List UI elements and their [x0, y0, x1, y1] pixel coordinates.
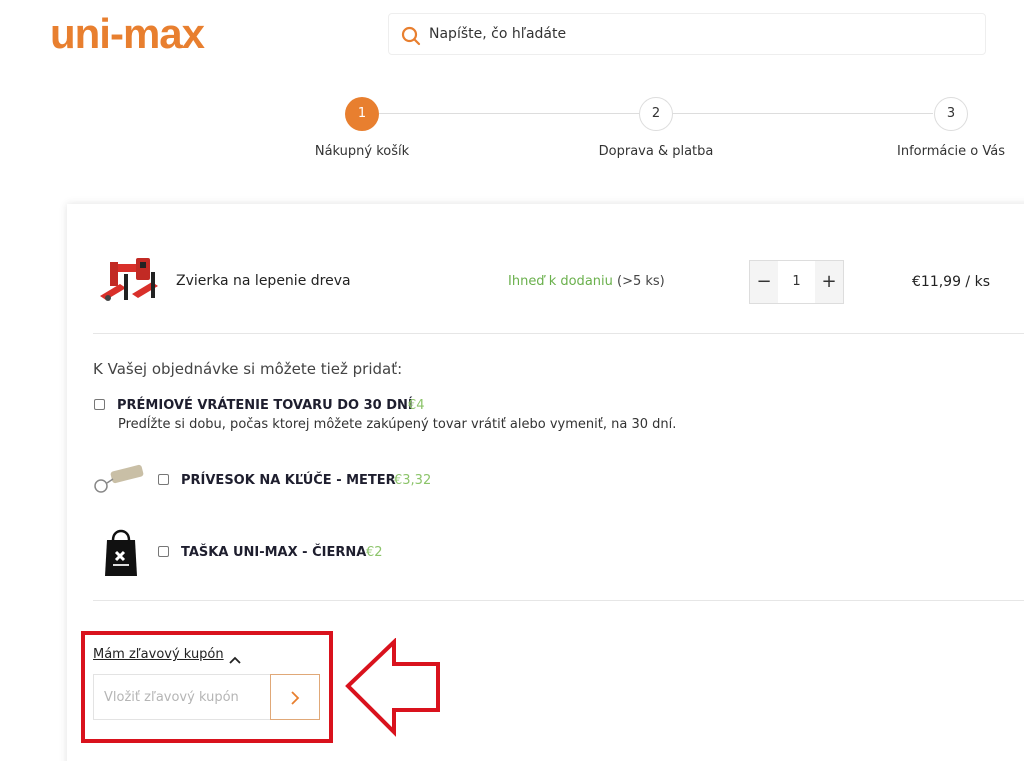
search-icon — [401, 26, 421, 50]
decrease-quantity-button[interactable]: − — [750, 261, 778, 303]
addon-price-keychain: €3,32 — [394, 473, 432, 488]
addon-description-return: Predĺžte si dobu, počas ktorej môžete za… — [118, 417, 677, 432]
addon-price-bag: €2 — [366, 545, 383, 560]
bag-image — [103, 526, 139, 584]
addon-name-return[interactable]: PRÉMIOVÉ VRÁTENIE TOVARU DO 30 DNÍ — [117, 398, 413, 413]
divider — [93, 333, 1024, 334]
availability-status: Ihneď k dodaniu (>5 ks) — [508, 274, 665, 289]
step-3-label[interactable]: Informácie o Vás — [897, 144, 1005, 159]
quantity-value[interactable]: 1 — [778, 261, 815, 303]
addon-name-bag[interactable]: TAŠKA UNI-MAX - ČIERNA — [181, 545, 366, 560]
search-bar[interactable] — [388, 13, 986, 55]
step-3-circle[interactable]: 3 — [934, 97, 968, 131]
keychain-image — [93, 462, 147, 500]
increase-quantity-button[interactable]: + — [815, 261, 843, 303]
step-2-label[interactable]: Doprava & platba — [599, 144, 714, 159]
step-1-label: Nákupný košík — [314, 144, 410, 159]
divider — [93, 600, 1024, 601]
logo[interactable]: uni-max — [50, 13, 205, 55]
addon-checkbox-return[interactable] — [94, 399, 105, 410]
product-image[interactable] — [96, 254, 164, 312]
addon-price-return: €4 — [408, 398, 425, 413]
addons-title: K Vašej objednávke si môžete tiež pridať… — [93, 360, 403, 378]
unit-price: €11,99 / ks — [912, 274, 991, 290]
step-1-circle: 1 — [345, 97, 379, 131]
step-2-circle[interactable]: 2 — [639, 97, 673, 131]
addon-name-keychain[interactable]: PRÍVESOK NA KĽÚČE - METER — [181, 473, 396, 488]
highlight-box — [81, 631, 333, 743]
addon-checkbox-bag[interactable] — [158, 546, 169, 557]
product-name[interactable]: Zvierka na lepenie dreva — [176, 273, 351, 289]
search-input[interactable] — [429, 14, 969, 54]
addon-checkbox-keychain[interactable] — [158, 474, 169, 485]
arrow-annotation — [340, 637, 444, 742]
quantity-stepper[interactable]: − 1 + — [749, 260, 844, 304]
